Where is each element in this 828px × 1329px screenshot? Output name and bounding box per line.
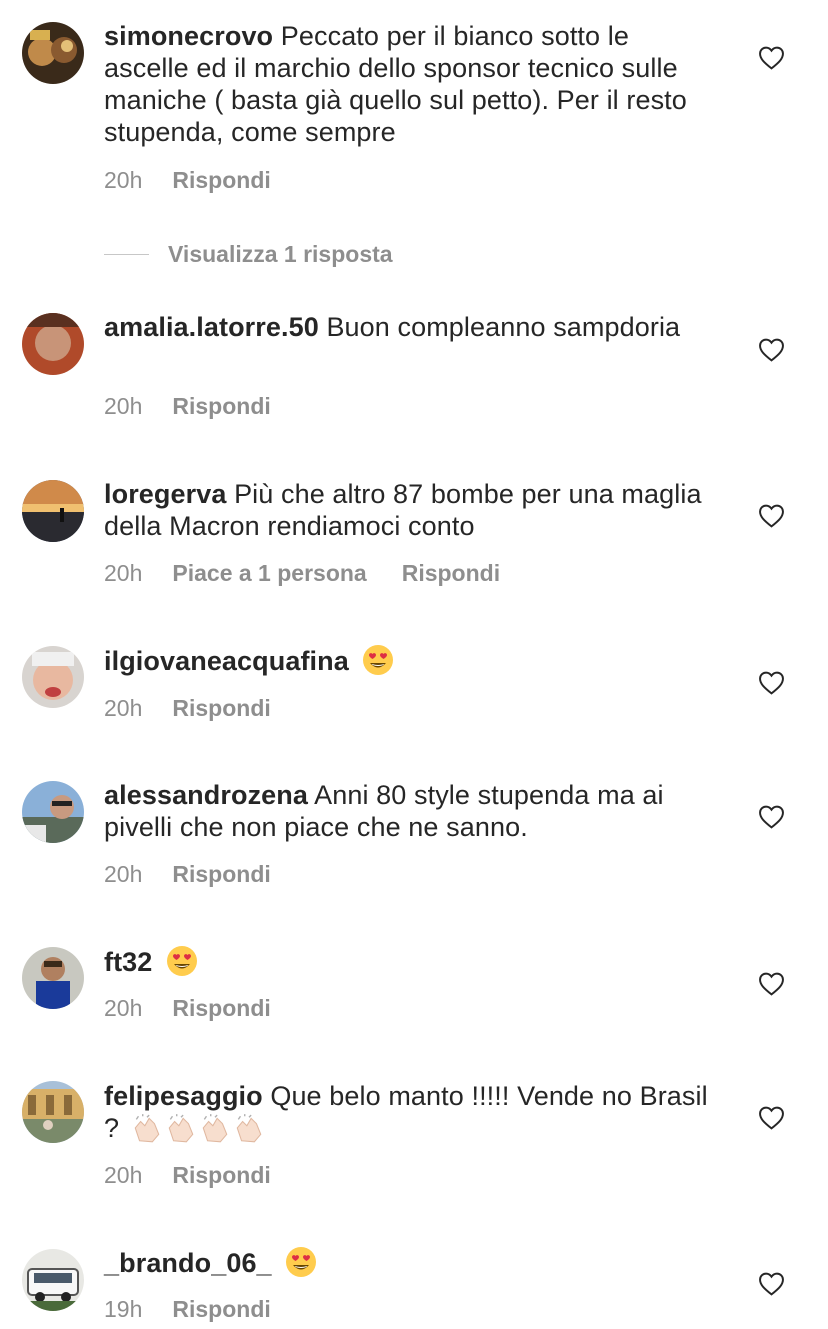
heart-outline-icon[interactable] [758,504,785,528]
heart-outline-icon[interactable] [758,671,785,695]
avatar[interactable] [22,947,84,1009]
comment-username[interactable]: loregerva [104,479,226,509]
comment-time: 20h [104,167,143,193]
avatar[interactable] [22,313,84,375]
comment-meta: 20h Rispondi [104,1161,271,1189]
comment-body: ilgiovaneacquafina [104,644,714,677]
comment-body: alessandrozena Anni 80 style stupenda ma… [104,779,714,843]
view-replies-divider [104,253,149,255]
comment-body: amalia.latorre.50 Buon compleanno sampdo… [104,311,714,343]
comment-meta: 20h Rispondi [104,860,271,888]
comment-body: felipesaggio Que belo manto !!!!! Vende … [104,1080,714,1144]
avatar[interactable] [22,781,84,843]
clapping-hands-emoji [131,1113,161,1143]
heart-eyes-emoji [166,945,198,977]
comment-time: 20h [104,695,143,721]
comment-username[interactable]: ft32 [104,947,152,977]
reply-button[interactable]: Rispondi [402,560,500,586]
avatar[interactable] [22,1081,84,1143]
reply-button[interactable]: Rispondi [172,695,270,721]
heart-eyes-emoji [285,1246,317,1278]
reply-button[interactable]: Rispondi [172,167,270,193]
comment-time: 20h [104,995,143,1021]
clapping-hands-emoji [199,1113,229,1143]
avatar[interactable] [22,646,84,708]
heart-outline-icon[interactable] [758,46,785,70]
comment-body: loregerva Più che altro 87 bombe per una… [104,478,714,542]
comment-meta: 20h Rispondi [104,994,271,1022]
comment-time: 20h [104,393,143,419]
comment-username[interactable]: felipesaggio [104,1081,263,1111]
heart-outline-icon[interactable] [758,1272,785,1296]
comment-username[interactable]: alessandrozena [104,780,308,810]
comment-body: simonecrovo Peccato per il bianco sotto … [104,20,714,148]
comment-username[interactable]: simonecrovo [104,21,273,51]
comment-time: 20h [104,1162,143,1188]
reply-button[interactable]: Rispondi [172,995,270,1021]
clapping-hands-emoji [165,1113,195,1143]
comment-text: Buon compleanno sampdoria [326,312,681,342]
reply-button[interactable]: Rispondi [172,1162,270,1188]
clapping-hands-emoji [233,1113,263,1143]
heart-outline-icon[interactable] [758,805,785,829]
view-replies-label: Visualizza 1 risposta [168,240,393,267]
heart-eyes-emoji [362,644,394,676]
comment-username[interactable]: amalia.latorre.50 [104,312,319,342]
comment-time: 19h [104,1296,143,1322]
comment-meta: 20h Piace a 1 persona Rispondi [104,559,500,587]
comment-username[interactable]: ilgiovaneacquafina [104,646,349,676]
comment-body: _brando_06_ [104,1246,714,1279]
view-replies-button[interactable]: Visualizza 1 risposta [104,239,393,269]
avatar[interactable] [22,480,84,542]
heart-outline-icon[interactable] [758,338,785,362]
comment-meta: 20h Rispondi [104,166,271,194]
reply-button[interactable]: Rispondi [172,861,270,887]
comment-username[interactable]: _brando_06_ [104,1248,272,1278]
avatar[interactable] [22,22,84,84]
comment-body: ft32 [104,945,714,978]
comment-time: 20h [104,861,143,887]
comment-meta: 20h Rispondi [104,694,271,722]
heart-outline-icon[interactable] [758,972,785,996]
comment-meta: 19h Rispondi [104,1295,271,1323]
comment-time: 20h [104,560,143,586]
heart-outline-icon[interactable] [758,1106,785,1130]
likes-count[interactable]: Piace a 1 persona [172,560,366,586]
comment-meta: 20h Rispondi [104,392,271,420]
reply-button[interactable]: Rispondi [172,393,270,419]
avatar[interactable] [22,1249,84,1311]
reply-button[interactable]: Rispondi [172,1296,270,1322]
